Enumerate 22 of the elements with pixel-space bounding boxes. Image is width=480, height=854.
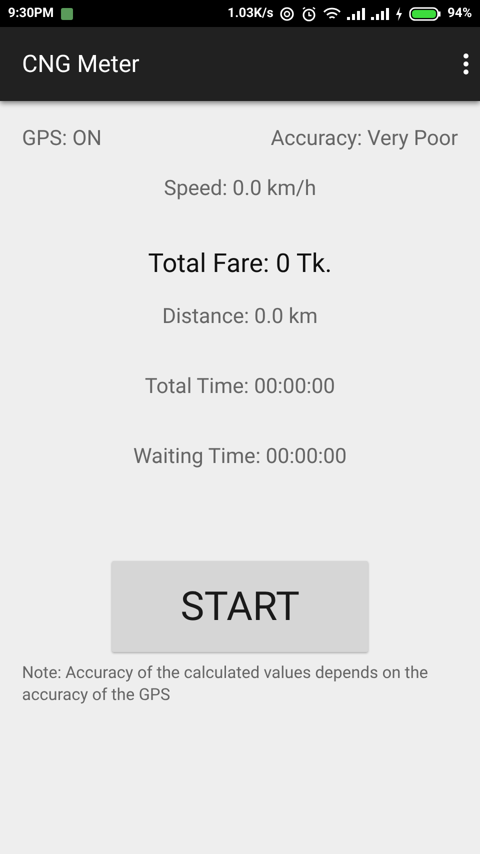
signal-icon [347,8,366,20]
note-text: Note: Accuracy of the calculated values depends on the accuracy of the GPS [22,663,430,707]
more-options-icon[interactable] [462,52,470,76]
alarm-icon [301,6,318,22]
charging-icon [395,6,404,20]
fare-reading: Total Fare: 0 Tk. [148,249,332,279]
signal-icon [371,8,390,20]
gps-status: GPS: ON [22,127,102,151]
wifi-icon [323,6,342,20]
meter-reading: Waiting Time: 00:00:00 [133,445,347,469]
android-icon [60,6,74,20]
meter-reading: Total Time: 00:00:00 [144,375,336,399]
app-title: CNG Meter [22,50,140,78]
meter-reading: Distance: 0.0 km [162,305,318,329]
accuracy-label: Accuracy: Very Poor [270,127,458,151]
start-button[interactable]: START [112,561,368,652]
network-speed: 1.03K/s [228,6,274,21]
meter-reading: Speed: 0.0 km/h [164,177,316,201]
status-time: 9:30PM [8,6,54,21]
battery-percent: 94% [447,6,472,21]
sync-icon [279,6,296,22]
battery-icon [409,6,442,20]
